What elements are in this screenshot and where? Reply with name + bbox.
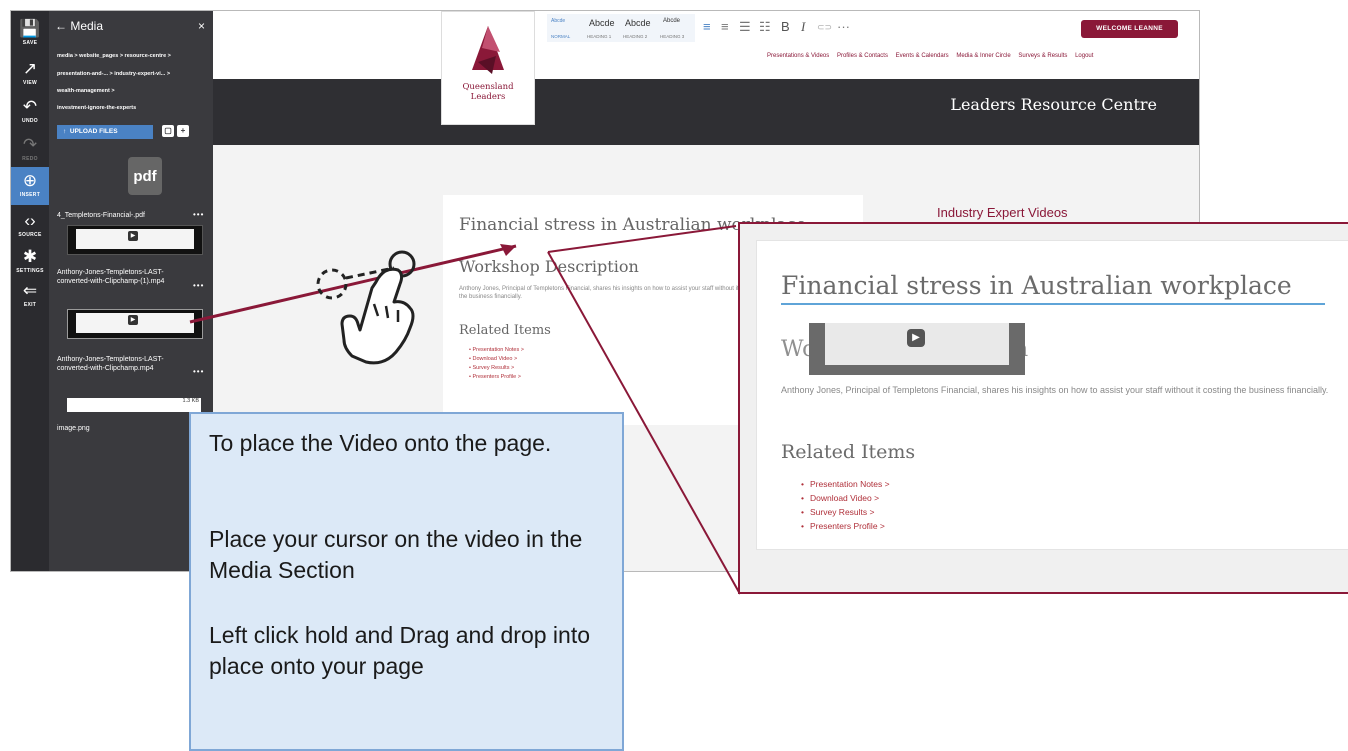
instruction-callout: To place the Video onto the page. Place … [189, 412, 624, 751]
drag-hand-cursor-icon [316, 250, 416, 365]
instruction-step: To place the Video onto the page. [209, 430, 552, 456]
instruction-step: Place your cursor on the video in the Me… [209, 526, 583, 583]
instruction-step: Left click hold and Drag and drop into p… [209, 622, 591, 679]
